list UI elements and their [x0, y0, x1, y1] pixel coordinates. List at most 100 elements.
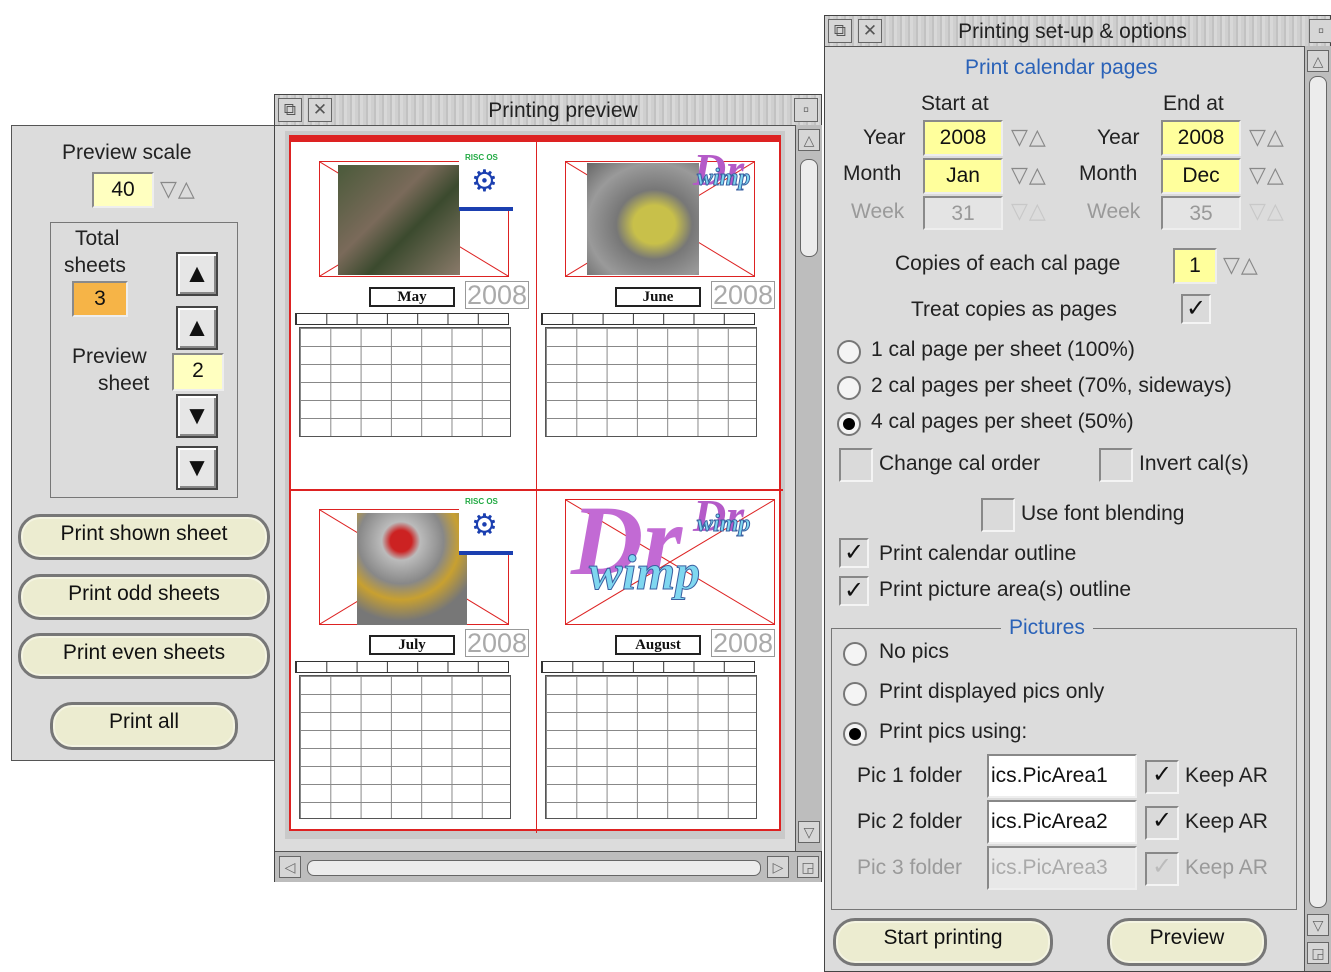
photo-goldfinch: [357, 513, 467, 625]
print-even-sheets-button[interactable]: Print even sheets: [18, 633, 270, 679]
riscos-logo-text: RISC OS: [465, 153, 498, 162]
pic2-keep-ar-checkbox[interactable]: ✓: [1145, 806, 1179, 840]
toggle-size-icon[interactable]: ▫: [1309, 19, 1331, 43]
start-week-field: 31: [923, 196, 1003, 230]
layout-option-1[interactable]: 1 cal page per sheet (100%): [871, 338, 1135, 362]
scroll-left-icon[interactable]: ◁: [279, 856, 301, 878]
start-printing-button[interactable]: Start printing: [833, 918, 1053, 966]
preview-horizontal-scrollbar[interactable]: ◁ ▷ ◲: [275, 851, 821, 882]
pic1-keep-ar-checkbox[interactable]: ✓: [1145, 760, 1179, 794]
print-pic-outline-checkbox[interactable]: ✓: [839, 576, 869, 606]
preview-scale-arrows[interactable]: ▽△: [160, 176, 196, 202]
pics-using-radio[interactable]: [843, 722, 867, 746]
pic1-folder-input[interactable]: ics.PicArea1: [987, 754, 1137, 798]
total-sheets-label: Total: [75, 227, 120, 250]
preview-control-panel: Preview scale 40 ▽△ Total sheets 3 Previ…: [11, 125, 277, 761]
layout-radio-2[interactable]: [837, 376, 861, 400]
setup-vertical-scrollbar[interactable]: △ ▽ ◲: [1304, 46, 1331, 971]
riscos-logo: RISC OS ⚙: [459, 153, 513, 211]
scroll-down-icon[interactable]: ▽: [1307, 914, 1329, 936]
photo-bird-feeder: [338, 165, 460, 275]
end-year-field[interactable]: 2008: [1161, 120, 1241, 156]
pic2-folder-input[interactable]: ics.PicArea2: [987, 800, 1137, 844]
scroll-up-icon[interactable]: △: [798, 129, 820, 151]
change-order-checkbox[interactable]: [839, 448, 873, 482]
drwimp-small-logo: Dr wimp: [687, 490, 777, 547]
end-month-arrows[interactable]: ▽△: [1249, 162, 1285, 188]
end-year-label: Year: [1097, 126, 1140, 149]
vertical-scroll-thumb[interactable]: [800, 159, 818, 257]
resize-icon[interactable]: ◲: [1307, 942, 1329, 964]
copies-field[interactable]: 1: [1173, 248, 1217, 284]
invert-cal-checkbox[interactable]: [1099, 448, 1133, 482]
pic1-keep-ar-label: Keep AR: [1185, 764, 1268, 787]
gear-icon: ⚙: [471, 165, 498, 198]
total-sheets-label-2: sheets: [64, 254, 126, 277]
start-month-field[interactable]: Jan: [923, 158, 1003, 194]
layout-radio-1[interactable]: [837, 340, 861, 364]
pic1-folder-label: Pic 1 folder: [857, 764, 963, 787]
layout-option-4[interactable]: 4 cal pages per sheet (50%): [871, 410, 1134, 434]
total-sheets-field: 3: [72, 281, 128, 317]
layout-option-2[interactable]: 2 cal pages per sheet (70%, sideways): [871, 374, 1232, 398]
setup-titlebar[interactable]: ⧉ ✕ Printing set-up & options ▫: [825, 16, 1331, 47]
font-blending-checkbox[interactable]: [981, 498, 1015, 532]
preview-sheet-field[interactable]: 2: [172, 353, 224, 391]
scroll-down-icon[interactable]: ▽: [798, 821, 820, 843]
print-outline-checkbox[interactable]: ✓: [839, 538, 869, 568]
layout-radio-4[interactable]: [837, 412, 861, 436]
close-icon[interactable]: ✕: [308, 98, 332, 122]
last-sheet-button[interactable]: ▼: [176, 446, 218, 490]
end-week-arrows: ▽△: [1249, 198, 1285, 223]
preview-button[interactable]: Preview: [1107, 918, 1267, 966]
setup-scroll-thumb[interactable]: [1309, 76, 1327, 908]
start-year-arrows[interactable]: ▽△: [1011, 124, 1047, 150]
riscos-logo-text: RISC OS: [465, 497, 498, 506]
treat-copies-checkbox[interactable]: ✓: [1181, 294, 1211, 324]
no-pics-radio[interactable]: [843, 642, 867, 666]
back-icon[interactable]: ⧉: [828, 19, 852, 43]
preview-scale-field[interactable]: 40: [92, 172, 154, 208]
copies-arrows[interactable]: ▽△: [1223, 252, 1259, 278]
no-pics-label[interactable]: No pics: [879, 640, 949, 664]
next-sheet-button[interactable]: ▼: [176, 394, 218, 438]
change-order-label: Change cal order: [879, 452, 1041, 475]
start-year-field[interactable]: 2008: [923, 120, 1003, 156]
scroll-right-icon[interactable]: ▷: [767, 856, 789, 878]
printing-preview-window: ⧉ ✕ Printing preview ▫ RISC OS ⚙ May 200…: [274, 94, 822, 882]
pic3-keep-ar-label: Keep AR: [1185, 856, 1268, 879]
displayed-pics-label[interactable]: Print displayed pics only: [879, 680, 1104, 704]
print-shown-sheet-button[interactable]: Print shown sheet: [18, 514, 270, 560]
year-label: 2008: [465, 280, 530, 310]
displayed-pics-radio[interactable]: [843, 682, 867, 706]
preview-vertical-scrollbar[interactable]: △ ▽: [795, 125, 822, 851]
start-month-arrows[interactable]: ▽△: [1011, 162, 1047, 188]
print-calendar-pages-heading: Print calendar pages: [965, 56, 1158, 79]
year-label: 2008: [711, 628, 776, 658]
close-icon[interactable]: ✕: [858, 19, 882, 43]
drwimp-logo: Dr wimp: [687, 144, 777, 201]
first-sheet-button[interactable]: ▲: [176, 252, 218, 296]
print-odd-sheets-button[interactable]: Print odd sheets: [18, 574, 270, 620]
weekday-header-row: [541, 661, 755, 673]
drwimp-large-wimp: wimp: [588, 544, 701, 601]
end-month-field[interactable]: Dec: [1161, 158, 1241, 194]
end-month-label: Month: [1079, 162, 1138, 185]
prev-sheet-button[interactable]: ▲: [176, 306, 218, 350]
scroll-up-icon[interactable]: △: [1307, 50, 1329, 72]
print-outline-label: Print calendar outline: [879, 542, 1077, 565]
horizontal-scroll-thumb[interactable]: [307, 860, 761, 876]
end-year-arrows[interactable]: ▽△: [1249, 124, 1285, 150]
sheet-top-bar: [291, 137, 779, 142]
preview-sheet-label-2: sheet: [98, 372, 150, 395]
print-all-button[interactable]: Print all: [50, 702, 238, 750]
weekday-header-row: [295, 313, 509, 325]
pics-using-label[interactable]: Print pics using:: [879, 720, 1027, 744]
toggle-size-icon[interactable]: ▫: [794, 98, 818, 122]
preview-titlebar[interactable]: ⧉ ✕ Printing preview ▫: [275, 95, 821, 126]
end-week-label: Week: [1087, 200, 1141, 223]
resize-icon[interactable]: ◲: [797, 856, 819, 878]
back-icon[interactable]: ⧉: [278, 98, 302, 122]
copies-label: Copies of each cal page: [895, 252, 1121, 275]
sheet-v-divider: [536, 137, 537, 833]
